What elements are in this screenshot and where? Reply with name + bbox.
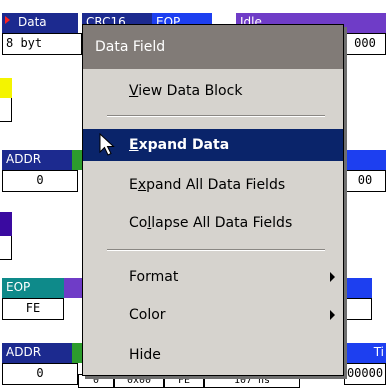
mouse-pointer-icon [99, 133, 115, 156]
idle-value: 000 [344, 33, 386, 55]
menu-item-expand-all-data-fields[interactable]: Expand All Data Fields [83, 169, 343, 201]
row6-value-4: 107 ns [204, 374, 300, 388]
menu-item-expand-data[interactable]: Expand Data [83, 129, 343, 161]
row6-value-2: 0x00 [114, 374, 164, 388]
eop-column-header: EOP [2, 278, 64, 298]
data-column-header[interactable]: Data [2, 13, 78, 33]
addr-column-header: ADDR [2, 150, 72, 170]
blue-strip [344, 150, 386, 170]
data-length-value: 8 byt [2, 33, 82, 55]
menu-separator [107, 249, 325, 251]
row-bracket [0, 98, 12, 122]
data-header-label: Data [18, 15, 47, 29]
menu-item-collapse-all-data-fields[interactable]: Collapse All Data Fields [83, 207, 343, 239]
purple-strip [64, 278, 82, 298]
row6-value-3: FE [164, 374, 204, 388]
submenu-arrow-icon [330, 310, 335, 320]
submenu-arrow-icon [330, 272, 335, 282]
addr-value: 0 [2, 170, 78, 192]
menu-item-view-data-block[interactable]: View Data Block [83, 75, 343, 107]
time-column-header: Ti [344, 343, 386, 363]
row-bracket [0, 236, 12, 260]
menu-item-hide[interactable]: Hide [83, 339, 343, 371]
menu-item-color[interactable]: Color [83, 299, 343, 331]
expand-triangle-icon[interactable] [5, 16, 10, 24]
addr-column-header: ADDR [2, 343, 72, 363]
context-menu: Data Field View Data Block Expand Data E… [82, 24, 344, 376]
indigo-row-bar [0, 212, 12, 236]
menu-separator [107, 115, 325, 117]
menu-title: Data Field [83, 25, 343, 69]
row3-right-value: 00 [344, 170, 386, 192]
green-strip [72, 343, 82, 363]
yellow-row-bar [0, 78, 12, 98]
row6-value-1: 0 [78, 374, 114, 388]
blue-strip [344, 278, 372, 298]
time-value: 00000 [344, 363, 386, 385]
menu-item-format[interactable]: Format [83, 261, 343, 293]
green-strip [72, 150, 82, 170]
empty-value-cell [344, 298, 372, 320]
eop-value: FE [2, 298, 64, 320]
addr-value: 0 [2, 363, 78, 385]
